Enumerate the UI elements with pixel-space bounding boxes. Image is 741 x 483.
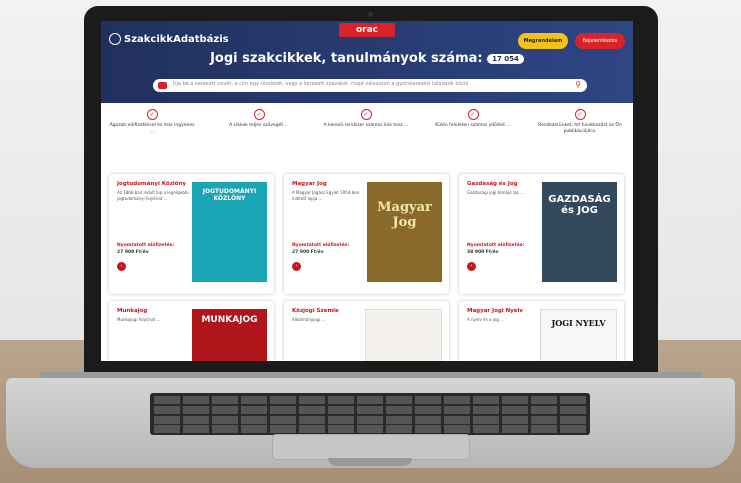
card-title[interactable]: Munkajog [117,308,147,314]
webcam [368,12,373,17]
keyboard [150,393,590,435]
card-title[interactable]: Közjogi Szemle [292,308,339,314]
cover-title: JOGTUDOMÁNYI KÖZLÖNY [202,188,257,202]
cover-title: JOGI NYELV [551,318,606,328]
journal-cover: GAZDASÁG és JOG [542,182,617,282]
feature-item: ✓ Rendszerünket, hit hivatkozást az Ön pu… [537,109,623,135]
journal-cover [365,309,442,361]
journal-card[interactable]: Magyar Jogi Nyelv A nyelv és a jog ... J… [459,301,624,361]
video-icon [158,82,167,89]
card-cart-button[interactable]: › [292,262,301,271]
laptop-screen: SzakcikkAdatbázis orac Megrendelem Bejel… [101,21,633,361]
site-header: SzakcikkAdatbázis orac Megrendelem Bejel… [101,21,633,103]
cover-title: MUNKAJOG [201,315,258,325]
check-icon: ✓ [146,109,158,120]
key-row [154,396,586,404]
check-icon: ✓ [467,109,479,120]
feature-text: Ágazati elõfizetéssel és már ingyenes ..… [109,123,195,134]
card-description: Alkotmányjogi ... [292,317,326,322]
journal-card[interactable]: Magyar Jog A Magyar Jogász Egylet 1954-b… [284,174,449,294]
card-price-label: Nyomtatott elõfizetés: [117,243,175,248]
card-description: Munkajogi folyóirat ... [117,317,161,322]
card-price-label: Nyomtatott elõfizetés: [467,243,525,248]
key-row [154,406,586,414]
feature-item: ✓ A cikkek teljes szövegét ... [216,109,302,129]
feature-item: ✓ Külön felületen számos jelölést ... [430,109,516,129]
cover-title: GAZDASÁG és JOG [548,194,611,216]
card-cart-button[interactable]: › [467,262,476,271]
trackpad [272,434,470,460]
card-price: 27 900 Ft/év [292,250,324,255]
journal-card[interactable]: Gazdaság és Jog Gazdasági jogi témájú la… [459,174,624,294]
journal-cover: MUNKAJOG [192,309,267,361]
card-price-label: Nyomtatott elõfizetés: [292,243,350,248]
card-price: 38 900 Ft/év [467,250,499,255]
login-button[interactable]: Bejelentkezés [575,33,625,49]
journal-cover: Magyar Jog [367,182,442,282]
feature-text: Külön felületen számos jelölést ... [435,123,511,128]
logo-text: SzakcikkAdatbázis [124,34,229,45]
card-title[interactable]: Gazdaság és Jog [467,181,518,187]
search-icon[interactable]: ⚲ [575,80,581,89]
site-logo[interactable]: SzakcikkAdatbázis [109,33,229,45]
feature-item: ✓ A keresõ-rendszer számos link tesz ... [323,109,409,129]
search-bar[interactable]: Írja be a keresett nevét, a cím egy rész… [153,79,587,92]
key-row [154,425,586,433]
card-price: 27 900 Ft/év [117,250,149,255]
feature-text: A cikkek teljes szövegét ... [229,123,289,128]
card-title[interactable]: Magyar Jog [292,181,327,187]
journal-cover: JOGTUDOMÁNYI KÖZLÖNY [192,182,267,282]
card-title[interactable]: Jogtudományi Közlöny [117,181,186,187]
journal-card[interactable]: Közjogi Szemle Alkotmányjogi ... [284,301,449,361]
key-row [154,416,586,424]
journal-card[interactable]: Munkajog Munkajogi folyóirat ... MUNKAJO… [109,301,274,361]
features-row: ✓ Ágazati elõfizetéssel és már ingyenes .… [101,109,633,169]
check-icon: ✓ [253,109,265,120]
card-description: Gazdasági jogi témájú lap ... [467,190,525,195]
brand-logo[interactable]: orac [339,23,395,37]
feature-text: A keresõ-rendszer számos link tesz ... [323,123,409,128]
card-description: A nyelv és a jog ... [467,317,504,322]
card-description: A Magyar Jogász Egylet 1954-ben indított… [292,190,360,201]
check-icon: ✓ [360,109,372,120]
article-count-badge: 17 054 [487,53,524,64]
card-title[interactable]: Magyar Jogi Nyelv [467,308,523,314]
card-description: Az 1866-ban indult lap a legrégebbi jogt… [117,190,189,201]
cover-title: Magyar Jog [377,200,432,230]
feature-item: ✓ Ágazati elõfizetéssel és már ingyenes .… [109,109,195,135]
search-input[interactable]: Írja be a keresett nevét, a cím egy rész… [173,81,468,87]
headline-text: Jogi szakcikkek, tanulmányok száma: [210,51,483,66]
journal-card[interactable]: Jogtudományi Közlöny Az 1866-ban indult … [109,174,274,294]
subscribe-button[interactable]: Megrendelem [518,33,568,49]
feature-text: Rendszerünket, hit hivatkozást az Ön pub… [538,123,622,134]
check-icon: ✓ [574,109,586,120]
page-title: Jogi szakcikkek, tanulmányok száma: 17 0… [101,51,633,66]
lid-notch [328,458,412,466]
logo-icon [109,33,121,45]
card-cart-button[interactable]: › [117,262,126,271]
journal-cover: JOGI NYELV [540,309,617,361]
